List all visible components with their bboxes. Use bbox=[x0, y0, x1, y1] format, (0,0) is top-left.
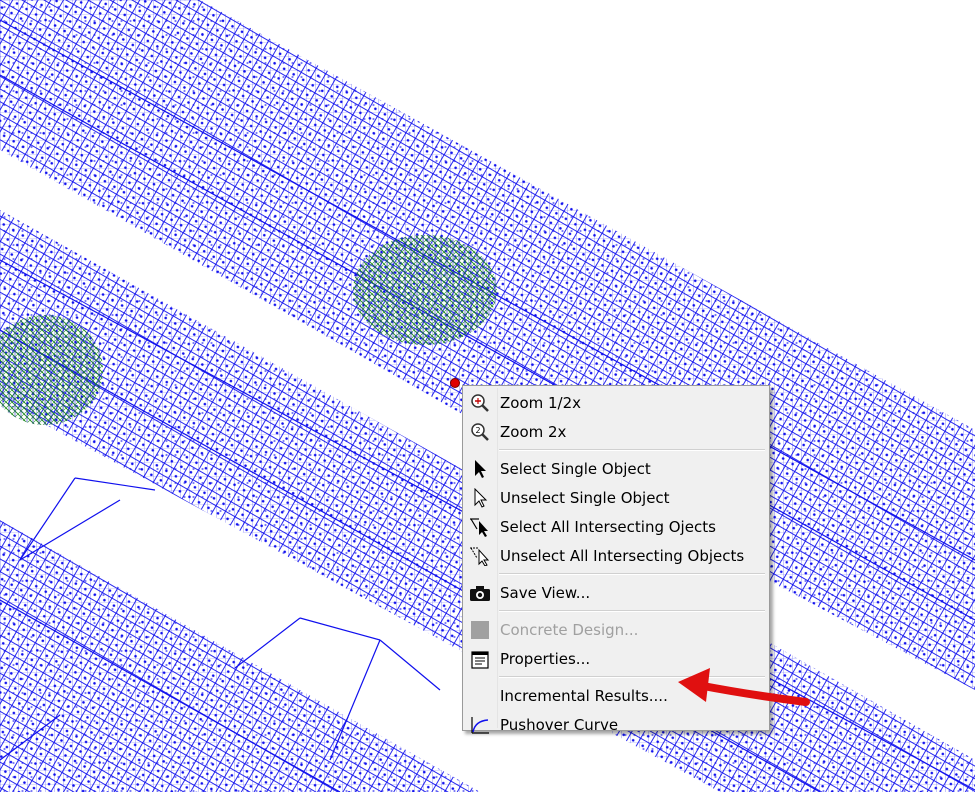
menu-item-save-view[interactable]: Save View... bbox=[465, 578, 767, 607]
menu-item-label: Incremental Results.... bbox=[500, 686, 668, 705]
menu-item-label: Unselect All Intersecting Objects bbox=[500, 546, 745, 565]
zoom-half-icon bbox=[465, 388, 495, 417]
menu-item-unselect-all-intersecting[interactable]: Unselect All Intersecting Objects bbox=[465, 541, 767, 570]
unselect-arrow-icon bbox=[465, 483, 495, 512]
menu-item-label: Pushover Curve bbox=[500, 715, 619, 734]
menu-item-select-single-object[interactable]: Select Single Object bbox=[465, 454, 767, 483]
select-arrow-icon bbox=[465, 454, 495, 483]
menu-item-label: Select Single Object bbox=[500, 459, 651, 478]
menu-separator bbox=[499, 573, 765, 575]
menu-item-select-all-intersecting[interactable]: Select All Intersecting Ojects bbox=[465, 512, 767, 541]
menu-item-zoom-half[interactable]: Zoom 1/2x bbox=[465, 388, 767, 417]
pushover-curve-icon bbox=[465, 710, 495, 739]
select-intersect-icon bbox=[465, 512, 495, 541]
selection-point-marker bbox=[450, 378, 460, 388]
spring-support-cluster-1 bbox=[353, 235, 497, 345]
menu-item-label: Save View... bbox=[500, 583, 591, 602]
menu-separator bbox=[499, 449, 765, 451]
menu-item-label: Zoom 1/2x bbox=[500, 393, 582, 412]
camera-icon bbox=[465, 578, 495, 607]
menu-item-label: Zoom 2x bbox=[500, 422, 567, 441]
menu-item-label: Properties... bbox=[500, 649, 591, 668]
menu-item-zoom-2x[interactable]: 2 Zoom 2x bbox=[465, 417, 767, 446]
menu-separator bbox=[499, 610, 765, 612]
unselect-intersect-icon bbox=[465, 541, 495, 570]
menu-item-label: Select All Intersecting Ojects bbox=[500, 517, 716, 536]
annotation-arrow bbox=[678, 668, 810, 706]
concrete-design-icon bbox=[465, 615, 495, 644]
menu-item-unselect-single-object[interactable]: Unselect Single Object bbox=[465, 483, 767, 512]
menu-item-label: Concrete Design... bbox=[500, 620, 639, 639]
menu-item-concrete-design[interactable]: Concrete Design... bbox=[465, 615, 767, 644]
properties-icon bbox=[465, 644, 495, 673]
svg-text:2: 2 bbox=[475, 426, 480, 435]
menu-item-label: Unselect Single Object bbox=[500, 488, 670, 507]
zoom-2x-icon: 2 bbox=[465, 417, 495, 446]
